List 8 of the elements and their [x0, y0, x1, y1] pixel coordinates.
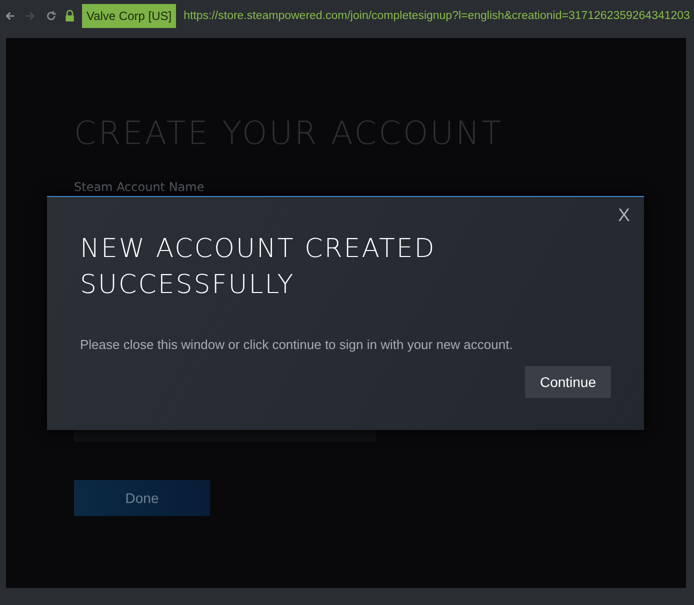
- continue-button[interactable]: Continue: [524, 366, 611, 398]
- modal-title: NEW ACCOUNT CREATED SUCCESSFULLY: [80, 233, 437, 302]
- close-button[interactable]: X: [614, 205, 634, 226]
- certificate-label[interactable]: Valve Corp [US]: [82, 4, 176, 28]
- modal-message: Please close this window or click continue to sign in with your new account.: [80, 337, 514, 352]
- done-button[interactable]: Done: [74, 480, 210, 516]
- field-label: Steam Account Name: [74, 180, 206, 194]
- address-bar[interactable]: https://store.steampowered.com/join/completesignup?l=english&creationid=3171262359264341203: [184, 10, 690, 22]
